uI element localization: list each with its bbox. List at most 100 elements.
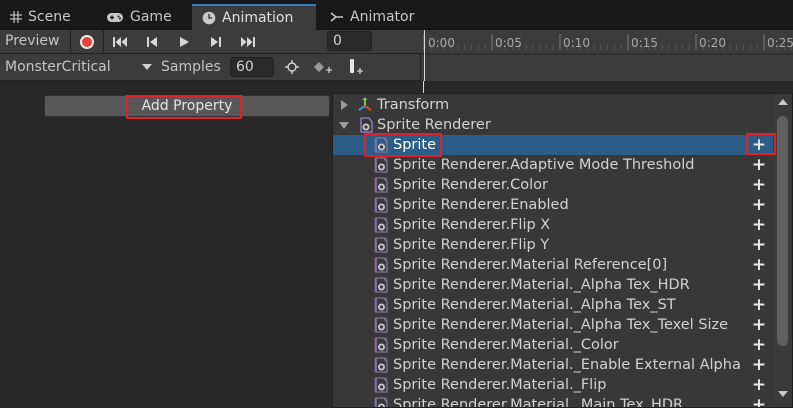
chevron-right-icon	[341, 100, 348, 110]
tree-item-property[interactable]: Sprite Renderer.Material._Main Tex_HDR +	[333, 395, 773, 408]
tree-item-property[interactable]: Sprite +	[333, 135, 773, 155]
previous-keyframe-button[interactable]	[140, 32, 164, 52]
tree-item-property[interactable]: Sprite Renderer.Material Reference[0] +	[333, 255, 773, 275]
add-property-plus-button[interactable]: +	[751, 137, 767, 154]
snap-keyframe-button[interactable]	[280, 57, 304, 77]
tab-bar: Scene Game Animation Animator	[0, 0, 793, 30]
samples-label: Samples	[161, 59, 221, 75]
tree-item-label: Sprite Renderer.Flip Y	[393, 237, 550, 253]
add-property-plus-button[interactable]: +	[751, 397, 767, 408]
add-property-plus-button[interactable]: +	[751, 177, 767, 194]
sprite-renderer-icon	[374, 337, 388, 353]
sprite-renderer-icon	[374, 397, 388, 407]
tree-item-label: Sprite Renderer.Material._Alpha Tex_HDR	[393, 277, 690, 293]
tree-item-property[interactable]: Sprite Renderer.Flip X +	[333, 215, 773, 235]
add-property-plus-button[interactable]: +	[751, 337, 767, 354]
crosshair-icon	[285, 60, 299, 74]
tree-item-label: Sprite Renderer.Material Reference[0]	[393, 257, 668, 273]
tab-scene[interactable]: Scene	[0, 4, 81, 30]
add-property-plus-button[interactable]: +	[751, 317, 767, 334]
tree-item-property[interactable]: Sprite Renderer.Material._Flip +	[333, 375, 773, 395]
tree-item-label: Sprite Renderer.Material._Alpha Tex_ST	[393, 297, 676, 313]
timeline-tick: 0:10	[563, 36, 590, 50]
add-property-plus-button[interactable]: +	[751, 257, 767, 274]
grid-icon	[10, 11, 22, 23]
add-property-button[interactable]: Add Property	[44, 95, 330, 117]
clip-selector[interactable]: MonsterCritical	[5, 59, 111, 75]
gamepad-icon	[107, 13, 123, 22]
last-keyframe-button[interactable]	[236, 32, 260, 52]
tree-item-property[interactable]: Sprite Renderer.Material._Alpha Tex_Texe…	[333, 315, 773, 335]
sprite-renderer-icon	[374, 357, 388, 373]
tree-item-label: Sprite Renderer	[377, 117, 491, 133]
play-button[interactable]	[172, 32, 196, 52]
tree-item-label: Sprite Renderer.Material._Color	[393, 337, 619, 353]
sprite-renderer-icon	[374, 237, 388, 253]
add-property-plus-button[interactable]: +	[751, 157, 767, 174]
sprite-renderer-icon	[374, 377, 388, 393]
ruler-ticks	[421, 34, 793, 55]
tree-item-sprite-renderer[interactable]: Sprite Renderer	[333, 115, 773, 135]
add-property-plus-button[interactable]: +	[751, 217, 767, 234]
tab-game[interactable]: Game	[96, 4, 182, 30]
tree-item-label: Sprite Renderer.Material._Flip	[393, 377, 607, 393]
property-dropdown: Transform Sprite Renderer Sprite + Sprite …	[332, 93, 793, 408]
step-forward-icon	[211, 37, 221, 47]
step-back-icon	[147, 37, 157, 47]
tree-item-label: Sprite Renderer.Enabled	[393, 197, 569, 213]
sprite-renderer-icon	[374, 137, 388, 153]
next-keyframe-button[interactable]	[204, 32, 228, 52]
frame-field[interactable]: 0	[327, 31, 372, 51]
tree-item-property[interactable]: Sprite Renderer.Flip Y +	[333, 235, 773, 255]
add-event-button[interactable]	[342, 57, 368, 77]
tree-item-label: Sprite Renderer.Flip X	[393, 217, 551, 233]
tree-item-property[interactable]: Sprite Renderer.Enabled +	[333, 195, 773, 215]
tab-label: Animator	[350, 9, 415, 25]
scroll-up-icon[interactable]	[778, 98, 788, 106]
first-keyframe-button[interactable]	[108, 32, 132, 52]
playhead-line	[423, 81, 424, 93]
add-property-plus-button[interactable]: +	[751, 297, 767, 314]
add-property-plus-button[interactable]: +	[751, 197, 767, 214]
divider	[70, 30, 71, 54]
add-property-plus-button[interactable]: +	[751, 277, 767, 294]
clock-icon	[202, 11, 216, 25]
skip-to-end-icon	[241, 37, 255, 47]
tab-animator[interactable]: Animator	[320, 4, 424, 30]
tab-label: Animation	[222, 10, 294, 26]
add-property-plus-button[interactable]: +	[751, 357, 767, 374]
chevron-down-icon	[339, 121, 349, 129]
skip-to-start-icon	[113, 37, 127, 47]
tree-item-property[interactable]: Sprite Renderer.Adaptive Mode Threshold +	[333, 155, 773, 175]
add-property-plus-button[interactable]: +	[751, 237, 767, 254]
scroll-down-icon[interactable]	[778, 390, 788, 398]
add-keyframe-button[interactable]	[310, 57, 336, 77]
tree-item-property[interactable]: Sprite Renderer.Color +	[333, 175, 773, 195]
sprite-renderer-icon	[374, 217, 388, 233]
sprite-renderer-icon	[374, 177, 388, 193]
samples-field[interactable]: 60	[230, 57, 274, 77]
add-property-plus-button[interactable]: +	[751, 377, 767, 394]
preview-toggle[interactable]: Preview	[5, 33, 60, 49]
tree-item-property[interactable]: Sprite Renderer.Material._Alpha Tex_HDR +	[333, 275, 773, 295]
tree-item-property[interactable]: Sprite Renderer.Material._Enable Externa…	[333, 355, 773, 375]
sprite-renderer-icon	[360, 117, 373, 133]
tree-item-property[interactable]: Sprite Renderer.Material._Alpha Tex_ST +	[333, 295, 773, 315]
tree-item-transform[interactable]: Transform	[333, 95, 773, 115]
tree-item-label: Transform	[377, 97, 450, 113]
chevron-down-icon	[142, 64, 152, 70]
tab-animation[interactable]: Animation	[192, 4, 316, 30]
timeline-ruler[interactable]: 0:00 0:05 0:10 0:15 0:20 0:25	[421, 30, 793, 81]
sprite-renderer-icon	[374, 257, 388, 273]
record-button[interactable]	[75, 32, 99, 52]
tree-item-label: Sprite Renderer.Material._Alpha Tex_Texe…	[393, 317, 729, 333]
playhead[interactable]	[424, 30, 425, 81]
timeline-tick: 0:20	[699, 36, 726, 50]
sprite-renderer-icon	[374, 157, 388, 173]
sprite-renderer-icon	[374, 197, 388, 213]
sprite-renderer-icon	[374, 317, 388, 333]
scrollbar-thumb[interactable]	[777, 116, 788, 346]
tree-item-property[interactable]: Sprite Renderer.Material._Color +	[333, 335, 773, 355]
timeline-tick: 0:00	[428, 36, 455, 50]
divider	[103, 30, 104, 54]
